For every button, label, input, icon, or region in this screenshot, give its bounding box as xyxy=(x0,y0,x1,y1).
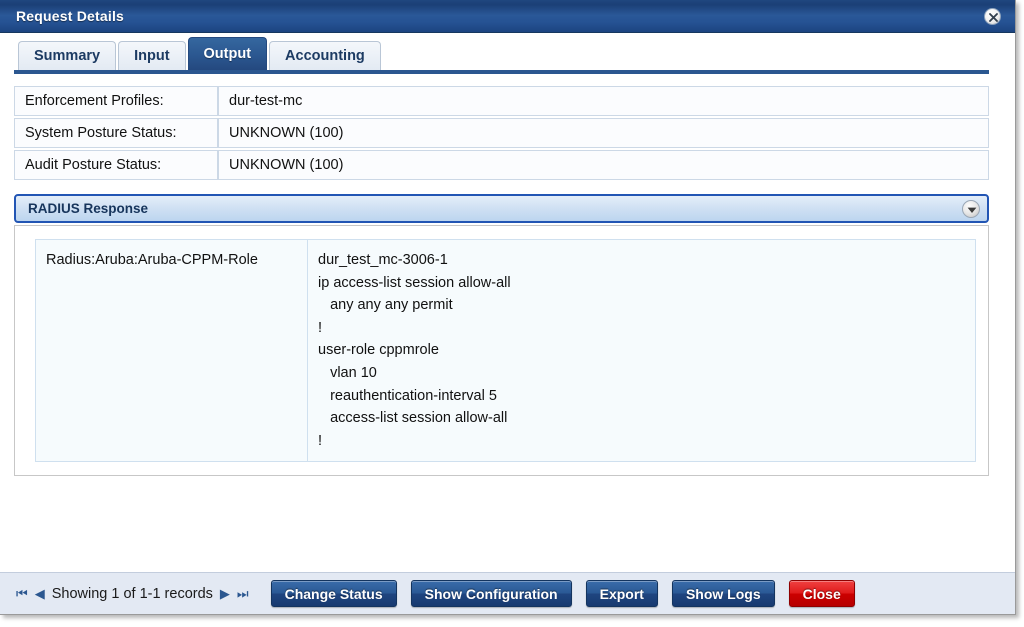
chevron-down-icon[interactable] xyxy=(962,200,980,218)
tab-accounting[interactable]: Accounting xyxy=(269,41,381,70)
pagination-label: Showing 1 of 1-1 records xyxy=(51,585,213,602)
request-details-dialog: Request Details Summary Input Output Accoun… xyxy=(0,0,1016,615)
show-logs-button[interactable]: Show Logs xyxy=(671,580,775,607)
section-title: RADIUS Response xyxy=(28,201,149,216)
show-configuration-button[interactable]: Show Configuration xyxy=(410,580,572,607)
dialog-footer: ⏮ ◀ Showing 1 of 1-1 records ▶ ⏭ Change … xyxy=(0,572,1015,614)
table-row: System Posture Status: UNKNOWN (100) xyxy=(14,118,989,148)
first-page-icon[interactable]: ⏮ xyxy=(16,587,28,600)
tab-input[interactable]: Input xyxy=(118,41,186,70)
attribute-value: dur_test_mc-3006-1 ip access-list sessio… xyxy=(318,252,511,449)
summary-table-body: Enforcement Profiles: dur-test-mc System P… xyxy=(14,86,989,180)
attribute-name: Radius:Aruba:Aruba-CPPM-Role xyxy=(35,239,308,462)
pagination: ⏮ ◀ Showing 1 of 1-1 records ▶ ⏭ xyxy=(16,586,249,602)
summary-value: dur-test-mc xyxy=(218,86,989,116)
summary-value: UNKNOWN (100) xyxy=(218,118,989,148)
summary-table: Enforcement Profiles: dur-test-mc System P… xyxy=(14,84,989,182)
dialog-title: Request Details xyxy=(16,8,125,24)
summary-label: Audit Posture Status: xyxy=(14,150,218,180)
next-page-icon[interactable]: ▶ xyxy=(220,587,230,600)
summary-value: UNKNOWN (100) xyxy=(218,150,989,180)
table-row: Audit Posture Status: UNKNOWN (100) xyxy=(14,150,989,180)
footer-button-row: Change Status Show Configuration Export Sho… xyxy=(270,580,855,607)
radius-attributes-table: Radius:Aruba:Aruba-CPPM-Role dur_test_mc… xyxy=(35,239,976,463)
close-button[interactable]: Close xyxy=(788,580,855,607)
table-row: Enforcement Profiles: dur-test-mc xyxy=(14,86,989,116)
summary-label: Enforcement Profiles: xyxy=(14,86,218,116)
close-icon[interactable] xyxy=(984,8,1001,25)
tab-output[interactable]: Output xyxy=(187,37,268,70)
table-row: Radius:Aruba:Aruba-CPPM-Role dur_test_mc… xyxy=(35,239,976,462)
radius-response-section-header[interactable]: RADIUS Response xyxy=(14,194,989,223)
dialog-titlebar: Request Details xyxy=(0,0,1015,33)
tab-bar: Summary Input Output Accounting xyxy=(0,33,1015,74)
last-page-icon[interactable]: ⏭ xyxy=(237,587,249,600)
export-button[interactable]: Export xyxy=(585,580,658,607)
summary-label: System Posture Status: xyxy=(14,118,218,148)
tab-list: Summary Input Output Accounting xyxy=(18,33,1015,70)
previous-page-icon[interactable]: ◀ xyxy=(35,587,45,600)
radius-response-panel: Radius:Aruba:Aruba-CPPM-Role dur_test_mc… xyxy=(14,225,989,477)
dialog-body: Enforcement Profiles: dur-test-mc System P… xyxy=(0,74,1015,477)
change-status-button[interactable]: Change Status xyxy=(270,580,397,607)
tab-summary[interactable]: Summary xyxy=(18,41,117,70)
